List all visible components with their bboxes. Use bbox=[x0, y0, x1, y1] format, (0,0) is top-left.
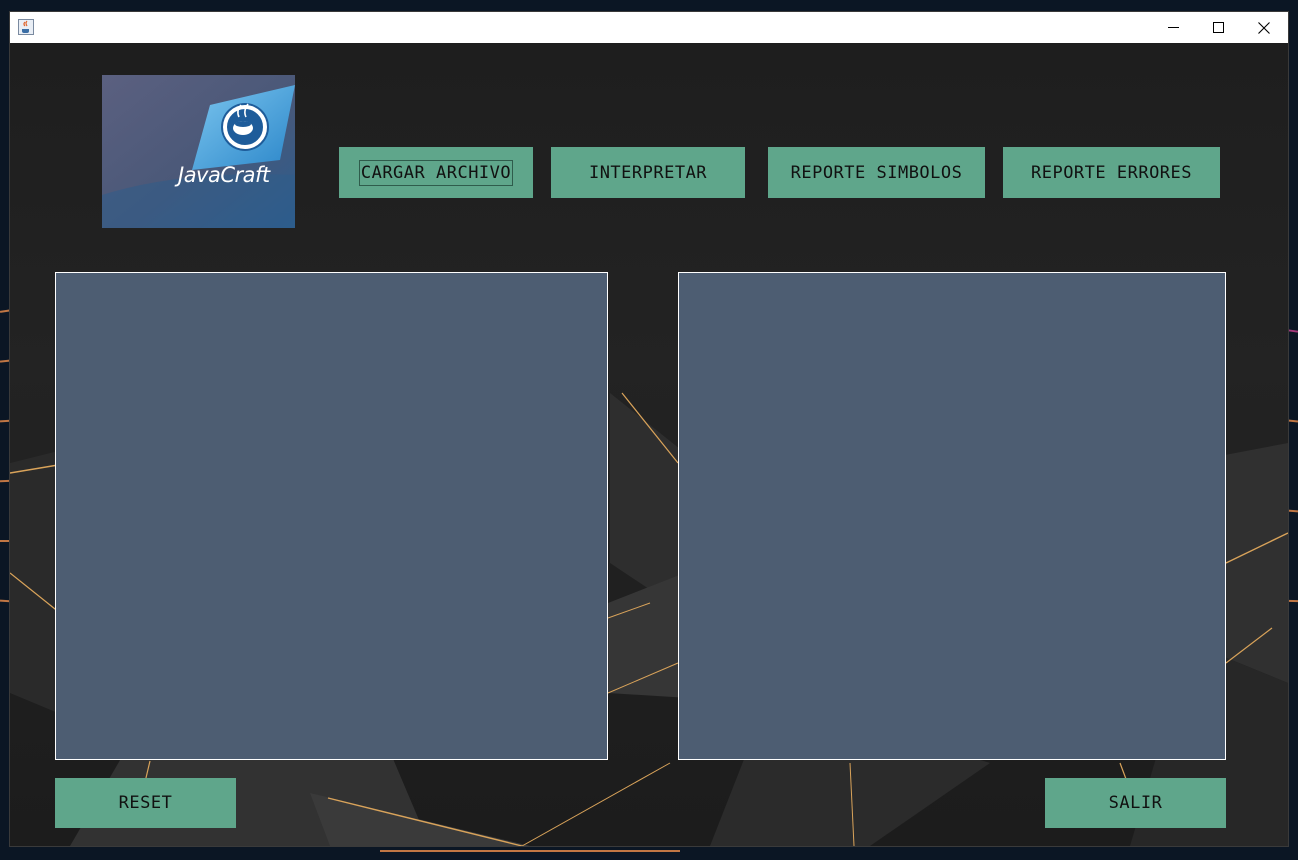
interpret-label: INTERPRETAR bbox=[588, 162, 708, 183]
desktop-stripe bbox=[1287, 419, 1298, 423]
close-icon bbox=[1257, 21, 1270, 34]
minimize-icon bbox=[1168, 27, 1179, 28]
load-file-label: CARGAR ARCHIVO bbox=[358, 159, 514, 186]
desktop-stripe bbox=[1287, 329, 1298, 333]
maximize-button[interactable] bbox=[1196, 12, 1241, 43]
close-button[interactable] bbox=[1241, 12, 1286, 43]
minimize-button[interactable] bbox=[1151, 12, 1196, 43]
title-bar bbox=[10, 12, 1288, 44]
output-console[interactable] bbox=[678, 272, 1226, 760]
desktop-stripe bbox=[1287, 599, 1298, 603]
javacraft-logo: JavaCraft bbox=[102, 75, 295, 228]
reset-label: RESET bbox=[118, 793, 173, 813]
java-app-icon bbox=[18, 19, 34, 35]
logo-text: JavaCraft bbox=[178, 163, 270, 187]
symbols-report-label: REPORTE SIMBOLOS bbox=[790, 162, 963, 183]
load-file-button[interactable]: CARGAR ARCHIVO bbox=[339, 147, 533, 198]
reset-button[interactable]: RESET bbox=[55, 778, 236, 828]
exit-label: SALIR bbox=[1108, 793, 1163, 813]
errors-report-button[interactable]: REPORTE ERRORES bbox=[1003, 147, 1220, 198]
main-panel: JavaCraft CARGAR ARCHIVO INTERPRETAR REP… bbox=[10, 43, 1288, 846]
desktop-stripe bbox=[380, 850, 680, 852]
errors-report-label: REPORTE ERRORES bbox=[1030, 162, 1193, 183]
logo-graphic bbox=[102, 75, 295, 228]
maximize-icon bbox=[1213, 22, 1224, 33]
input-editor[interactable] bbox=[55, 272, 608, 760]
app-window: JavaCraft CARGAR ARCHIVO INTERPRETAR REP… bbox=[10, 12, 1288, 846]
symbols-report-button[interactable]: REPORTE SIMBOLOS bbox=[768, 147, 985, 198]
exit-button[interactable]: SALIR bbox=[1045, 778, 1226, 828]
interpret-button[interactable]: INTERPRETAR bbox=[551, 147, 745, 198]
desktop-stripe bbox=[1287, 509, 1298, 513]
